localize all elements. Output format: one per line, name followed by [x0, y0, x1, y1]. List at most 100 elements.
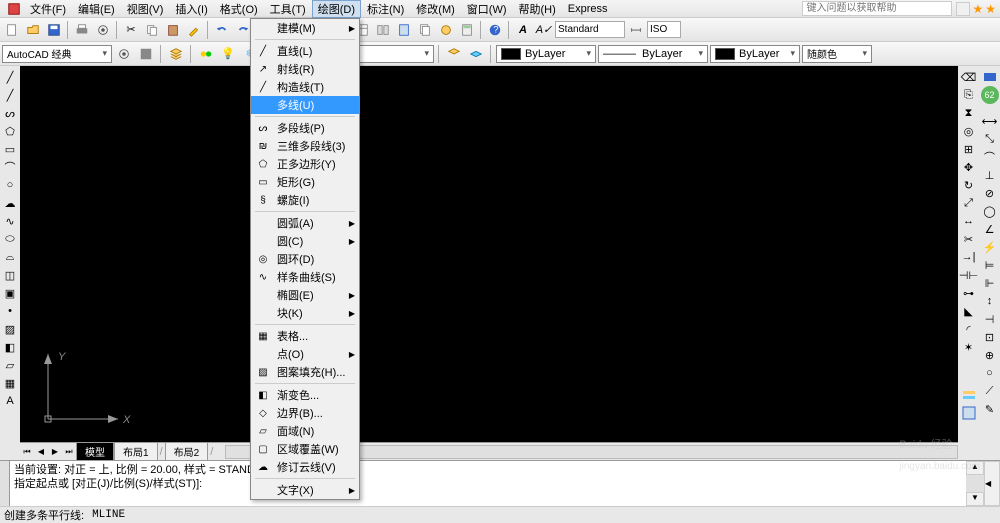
dim-edit-icon[interactable]: ✎ [981, 400, 999, 418]
cmd-scroll-up-icon[interactable]: ▲ [966, 461, 984, 475]
menu-circle[interactable]: 圆(C)▶ [251, 232, 359, 250]
region-tool-icon[interactable]: ▱ [1, 356, 19, 374]
pline-tool-icon[interactable]: ᔕ [1, 104, 19, 122]
menu-table[interactable]: ▦表格... [251, 327, 359, 345]
cmd-scroll-track[interactable] [966, 475, 984, 492]
design-center-icon[interactable] [373, 20, 393, 40]
menu-region[interactable]: ▱面域(N) [251, 422, 359, 440]
favorite-icon[interactable]: ★ [985, 2, 996, 16]
tab-first-icon[interactable]: ⏮ [20, 445, 34, 459]
menu-text[interactable]: 文字(X)▶ [251, 481, 359, 499]
dim-style-icon[interactable] [626, 20, 646, 40]
hatch-tool-icon[interactable]: ▨ [1, 320, 19, 338]
tab-last-icon[interactable]: ⏭ [62, 445, 76, 459]
fillet-icon[interactable]: ◜ [960, 320, 978, 338]
revcloud-tool-icon[interactable]: ☁ [1, 194, 19, 212]
dim-break-icon[interactable]: ⊣ [981, 310, 999, 328]
gradient-tool-icon[interactable]: ◧ [1, 338, 19, 356]
plot-style-dropdown[interactable]: 随颜色 [802, 45, 872, 63]
layer-manager-icon[interactable] [166, 44, 186, 64]
new-icon[interactable] [2, 20, 22, 40]
linetype-dropdown[interactable]: ———ByLayer [598, 45, 708, 63]
menu-format[interactable]: 格式(O) [214, 0, 264, 18]
iso-dropdown[interactable]: ISO [647, 21, 681, 38]
markup-icon[interactable] [436, 20, 456, 40]
info-center-icon[interactable] [956, 2, 970, 16]
annotate-icon[interactable] [981, 68, 999, 86]
dim-linear-icon[interactable]: ⟷ [981, 112, 999, 130]
dim-continue-icon[interactable]: ⊩ [981, 274, 999, 292]
menu-xline[interactable]: ╱构造线(T) [251, 78, 359, 96]
layer-states-icon[interactable] [196, 44, 216, 64]
tab-layout2[interactable]: 布局2 [165, 443, 209, 460]
menu-file[interactable]: 文件(F) [24, 0, 72, 18]
menu-hatch[interactable]: ▨图案填充(H)... [251, 363, 359, 381]
dim-space-icon[interactable]: ↕ [981, 292, 999, 310]
copy-obj-icon[interactable]: ⎘ [960, 86, 978, 104]
menu-wipeout[interactable]: ▢区域覆盖(W) [251, 440, 359, 458]
spline-tool-icon[interactable]: ∿ [1, 212, 19, 230]
menu-ray[interactable]: ↗射线(R) [251, 60, 359, 78]
plot-preview-icon[interactable] [93, 20, 113, 40]
circle-tool-icon[interactable]: ○ [1, 176, 19, 194]
menu-line[interactable]: ╱直线(L) [251, 42, 359, 60]
dim-ordinate-icon[interactable]: ⊥ [981, 166, 999, 184]
sheet-set-icon[interactable] [415, 20, 435, 40]
menu-pline[interactable]: ᔕ多段线(P) [251, 119, 359, 137]
jogged-icon[interactable]: ⟋ [981, 382, 999, 400]
menu-express[interactable]: Express [562, 2, 614, 16]
color-dropdown[interactable]: ByLayer [496, 45, 596, 63]
explode-icon[interactable]: ✶ [960, 338, 978, 356]
menu-spline[interactable]: ∿样条曲线(S) [251, 268, 359, 286]
menu-donut[interactable]: ◎圆环(D) [251, 250, 359, 268]
copy-icon[interactable] [142, 20, 162, 40]
tool-palette-icon[interactable] [394, 20, 414, 40]
text-style-dropdown[interactable]: Standard [555, 21, 625, 38]
dim-quick-icon[interactable]: ⚡ [981, 238, 999, 256]
erase-icon[interactable]: ⌫ [960, 68, 978, 86]
center-mark-icon[interactable]: ⊕ [981, 346, 999, 364]
menu-boundary[interactable]: ◇边界(B)... [251, 404, 359, 422]
menu-revcloud[interactable]: ☁修订云线(V) [251, 458, 359, 476]
workspace-dropdown[interactable]: AutoCAD 经典 [2, 45, 112, 63]
ellipse-arc-tool-icon[interactable]: ⌓ [1, 248, 19, 266]
stretch-icon[interactable]: ↔ [960, 212, 978, 230]
chamfer-icon[interactable]: ◣ [960, 302, 978, 320]
menu-helix[interactable]: §螺旋(I) [251, 191, 359, 209]
workspace-settings-icon[interactable] [114, 44, 134, 64]
textstyle-icon[interactable]: A [513, 20, 533, 40]
drawing-canvas[interactable]: Y X [20, 66, 958, 442]
menu-polygon[interactable]: ⬠正多边形(Y) [251, 155, 359, 173]
dim-radius-icon[interactable]: ⊘ [981, 184, 999, 202]
mirror-icon[interactable]: ⧗ [960, 104, 978, 122]
cmd-scroll-down-icon[interactable]: ▼ [966, 492, 984, 506]
menu-modify[interactable]: 修改(M) [410, 0, 461, 18]
layer-prev-icon[interactable] [444, 44, 464, 64]
menu-dimension[interactable]: 标注(N) [361, 0, 410, 18]
menu-tools[interactable]: 工具(T) [264, 0, 312, 18]
tab-layout1[interactable]: 布局1 [114, 443, 158, 460]
menu-point[interactable]: 点(O)▶ [251, 345, 359, 363]
break-icon[interactable]: ⊣⊢ [960, 266, 978, 284]
scale-icon[interactable]: ⤢ [960, 194, 978, 212]
layer-tool-icon[interactable] [960, 386, 978, 404]
menu-draw[interactable]: 绘图(D) [312, 0, 361, 18]
rotate-icon[interactable]: ↻ [960, 176, 978, 194]
workspace-save-icon[interactable] [136, 44, 156, 64]
cut-icon[interactable]: ✂ [121, 20, 141, 40]
ellipse-tool-icon[interactable]: ⬭ [1, 230, 19, 248]
match-prop-icon[interactable] [184, 20, 204, 40]
menu-window[interactable]: 窗口(W) [461, 0, 513, 18]
mtext-tool-icon[interactable]: A [1, 392, 19, 410]
array-icon[interactable]: ⊞ [960, 140, 978, 158]
help-icon[interactable]: ? [485, 20, 505, 40]
command-resize-handle[interactable] [0, 461, 10, 506]
layer-on-icon[interactable]: 💡 [218, 44, 238, 64]
paste-icon[interactable] [163, 20, 183, 40]
offset-icon[interactable]: ◎ [960, 122, 978, 140]
layer-tool2-icon[interactable] [960, 404, 978, 422]
menu-modeling[interactable]: 建模(M)▶ [251, 19, 359, 37]
command-text[interactable]: 当前设置: 对正 = 上, 比例 = 20.00, 样式 = STANDARD … [10, 461, 966, 506]
open-icon[interactable] [23, 20, 43, 40]
arc-tool-icon[interactable]: ⌒ [1, 158, 19, 176]
